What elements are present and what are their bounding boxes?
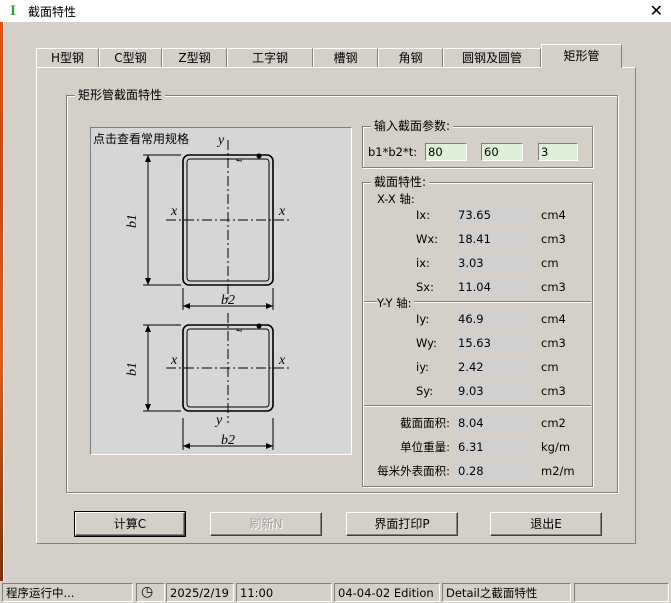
close-icon[interactable]: ✕ bbox=[650, 1, 663, 20]
rect-tube-drawing: y x x b1 b2 t x x b1 y b2 t bbox=[125, 133, 291, 450]
svg-text:b2: b2 bbox=[221, 293, 235, 308]
weight-label: 单位重量: bbox=[400, 440, 450, 454]
input-label: b1*b2*t: bbox=[368, 145, 418, 159]
title-bar: I 截面特性 ✕ bbox=[0, 0, 671, 22]
svg-text:x: x bbox=[278, 204, 286, 219]
input-group-title: 输入截面参数: bbox=[371, 119, 454, 133]
status-time: 11:00 bbox=[236, 583, 332, 602]
status-detail: Detail之截面特性 bbox=[442, 583, 571, 602]
surface-label: 每米外表面积: bbox=[377, 464, 450, 478]
rx-value: 3.03 bbox=[458, 254, 532, 272]
sx-unit: cm3 bbox=[541, 280, 566, 294]
svg-text:b2: b2 bbox=[221, 433, 235, 448]
svg-text:x: x bbox=[278, 353, 286, 368]
svg-text:b1: b1 bbox=[125, 214, 140, 228]
ry-unit: cm bbox=[541, 360, 559, 374]
status-state: 程序运行中... bbox=[2, 583, 133, 602]
ry-label: iy: bbox=[416, 360, 430, 374]
wy-value: 15.63 bbox=[458, 334, 532, 352]
b1-input[interactable]: 80 bbox=[425, 143, 467, 161]
svg-text:x: x bbox=[170, 204, 178, 219]
xx-axis-title: X-X 轴: bbox=[377, 192, 415, 206]
print-button[interactable]: 界面打印P bbox=[346, 512, 458, 536]
status-date: 2025/2/19 bbox=[166, 583, 234, 602]
status-edition: 04-04-02 Edition bbox=[334, 583, 440, 602]
wy-unit: cm3 bbox=[541, 336, 566, 350]
b2-input[interactable]: 60 bbox=[481, 143, 523, 161]
svg-text:y: y bbox=[216, 133, 225, 148]
sy-unit: cm3 bbox=[541, 384, 566, 398]
ix-unit: cm4 bbox=[541, 208, 566, 222]
iy-value: 46.9 bbox=[458, 310, 532, 328]
tab-channel[interactable]: 槽钢 bbox=[313, 48, 378, 68]
ix-value: 73.65 bbox=[458, 206, 532, 224]
section-group-title: 矩形管截面特性 bbox=[75, 88, 166, 102]
t-input[interactable]: 3 bbox=[538, 143, 578, 161]
area-unit: cm2 bbox=[541, 416, 566, 430]
tab-rect-tube[interactable]: 矩形管 bbox=[541, 44, 622, 68]
surface-value: 0.28 bbox=[458, 462, 532, 480]
svg-text:x: x bbox=[170, 353, 178, 368]
calculate-button[interactable]: 计算C bbox=[74, 511, 186, 537]
rx-unit: cm bbox=[541, 256, 559, 270]
ry-value: 2.42 bbox=[458, 358, 532, 376]
weight-value: 6.31 bbox=[458, 438, 532, 456]
tab-h-steel[interactable]: H型钢 bbox=[36, 48, 99, 68]
surface-unit: m2/m bbox=[541, 464, 575, 478]
window-title: 截面特性 bbox=[28, 4, 77, 19]
sx-label: Sx: bbox=[416, 280, 434, 294]
wy-label: Wy: bbox=[416, 336, 438, 350]
clock-icon: ◷ bbox=[136, 583, 165, 602]
wx-value: 18.41 bbox=[458, 230, 532, 248]
area-value: 8.04 bbox=[458, 414, 532, 432]
exit-button[interactable]: 退出E bbox=[490, 512, 602, 536]
yy-axis-title: Y-Y 轴: bbox=[377, 294, 414, 312]
svg-text:y: y bbox=[214, 413, 223, 428]
status-bar: 程序运行中... ◷ 2025/2/19 11:00 04-04-02 Edit… bbox=[0, 581, 671, 603]
weight-unit: kg/m bbox=[541, 440, 571, 454]
rx-label: ix: bbox=[416, 256, 430, 270]
props-group-title: 截面特性: bbox=[371, 175, 430, 189]
status-empty bbox=[574, 583, 669, 602]
sy-label: Sy: bbox=[416, 384, 434, 398]
iy-label: Iy: bbox=[416, 312, 430, 326]
sx-value: 11.04 bbox=[458, 278, 532, 296]
app-icon: I bbox=[10, 3, 16, 19]
tab-c-steel[interactable]: C型钢 bbox=[99, 48, 162, 68]
wx-unit: cm3 bbox=[541, 232, 566, 246]
tab-round-tube[interactable]: 圆钢及圆管 bbox=[443, 48, 541, 68]
svg-text:b1: b1 bbox=[125, 362, 140, 376]
section-diagram[interactable]: 点击查看常用规格 y x x b1 b2 t x x b1 y b2 t bbox=[90, 127, 352, 455]
tab-z-steel[interactable]: Z型钢 bbox=[162, 48, 227, 68]
tab-i-beam[interactable]: 工字钢 bbox=[227, 48, 313, 68]
tab-angle[interactable]: 角钢 bbox=[378, 48, 443, 68]
ix-label: Ix: bbox=[416, 208, 431, 222]
sy-value: 9.03 bbox=[458, 382, 532, 400]
area-label: 截面面积: bbox=[400, 416, 450, 430]
iy-unit: cm4 bbox=[541, 312, 566, 326]
tab-strip: H型钢 C型钢 Z型钢 工字钢 槽钢 角钢 圆钢及圆管 矩形管 bbox=[36, 44, 622, 68]
yy-general-separator bbox=[364, 405, 591, 407]
refresh-button[interactable]: 刷新N bbox=[210, 512, 322, 536]
wx-label: Wx: bbox=[416, 232, 439, 246]
